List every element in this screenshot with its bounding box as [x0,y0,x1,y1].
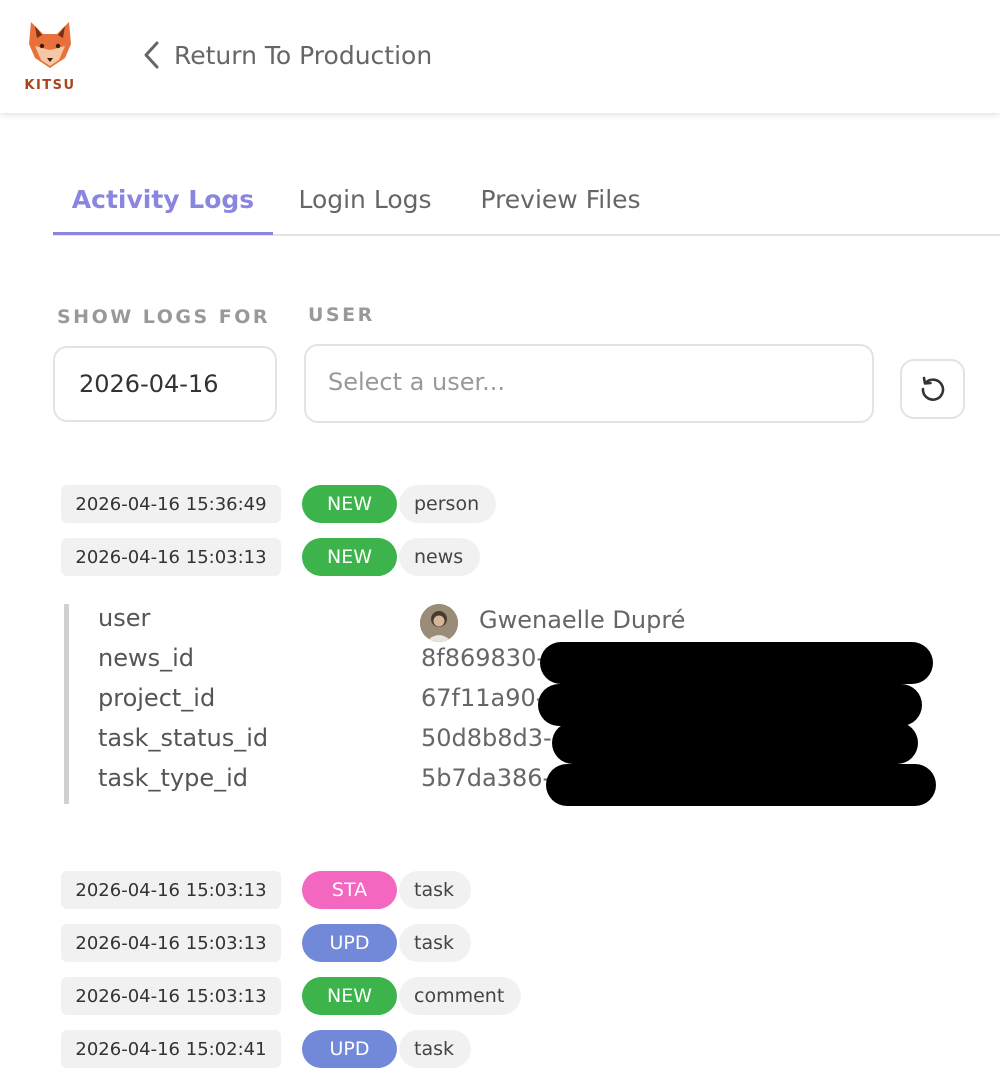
back-label: Return To Production [174,40,433,70]
action-badge: NEW [302,977,397,1015]
kitsu-logo[interactable]: KITSU [24,20,76,96]
detail-key: user [98,604,151,632]
action-badge: UPD [302,1030,397,1068]
user-select[interactable]: Select a user... [304,344,874,423]
log-entry[interactable]: 2026-04-16 15:03:13 NEW news [61,537,481,577]
redaction-bar [546,764,936,806]
date-input[interactable]: 2026-04-16 [53,346,277,422]
redaction-bar [552,722,918,764]
tab-bar: Activity Logs Login Logs Preview Files [53,172,1000,236]
log-type: task [399,1030,471,1068]
log-entry[interactable]: 2026-04-16 15:03:13 UPD task [61,923,471,963]
action-badge: NEW [302,485,397,523]
return-to-production-link[interactable]: Return To Production [142,36,432,74]
tab-login-logs[interactable]: Login Logs [285,172,445,234]
avatar [420,604,458,642]
log-entry[interactable]: 2026-04-16 15:02:41 UPD task [61,1029,471,1069]
log-timestamp: 2026-04-16 15:03:13 [61,977,281,1015]
log-entry[interactable]: 2026-04-16 15:36:49 NEW person [61,484,497,524]
log-entry[interactable]: 2026-04-16 15:03:13 STA task [61,870,471,910]
action-badge: STA [302,871,397,909]
detail-value: 50d8b8d3- [421,724,552,752]
log-timestamp: 2026-04-16 15:02:41 [61,1030,281,1068]
user-name: Gwenaelle Dupré [479,606,686,634]
detail-key: project_id [98,684,216,712]
action-badge: UPD [302,924,397,962]
log-timestamp: 2026-04-16 15:03:13 [61,871,281,909]
refresh-icon [921,376,944,401]
top-bar: KITSU Return To Production [0,0,1000,113]
logo-text: KITSU [24,78,76,93]
active-tab-indicator [53,232,273,235]
detail-key: news_id [98,644,195,672]
detail-value: 8f869830- [421,644,545,672]
log-type: person [399,485,497,523]
log-type: task [399,924,471,962]
detail-value: 67f11a90- [421,684,545,712]
log-entry[interactable]: 2026-04-16 15:03:13 NEW comment [61,976,522,1016]
user-label: USER [308,304,375,326]
reset-button[interactable] [900,359,965,419]
log-timestamp: 2026-04-16 15:03:13 [61,924,281,962]
detail-value: 5b7da386- [421,764,552,792]
tab-preview-files[interactable]: Preview Files [468,172,653,234]
redaction-bar [538,684,922,726]
log-type: news [399,538,481,576]
redaction-bar [540,642,933,684]
tab-activity-logs[interactable]: Activity Logs [53,172,273,234]
chevron-left-icon [142,36,166,74]
log-timestamp: 2026-04-16 15:03:13 [61,538,281,576]
detail-key: task_status_id [98,724,269,752]
log-timestamp: 2026-04-16 15:36:49 [61,485,281,523]
show-logs-for-label: SHOW LOGS FOR [57,306,271,328]
detail-key: task_type_id [98,764,249,792]
action-badge: NEW [302,538,397,576]
log-type: task [399,871,471,909]
fox-icon [29,22,71,68]
log-type: comment [399,977,522,1015]
